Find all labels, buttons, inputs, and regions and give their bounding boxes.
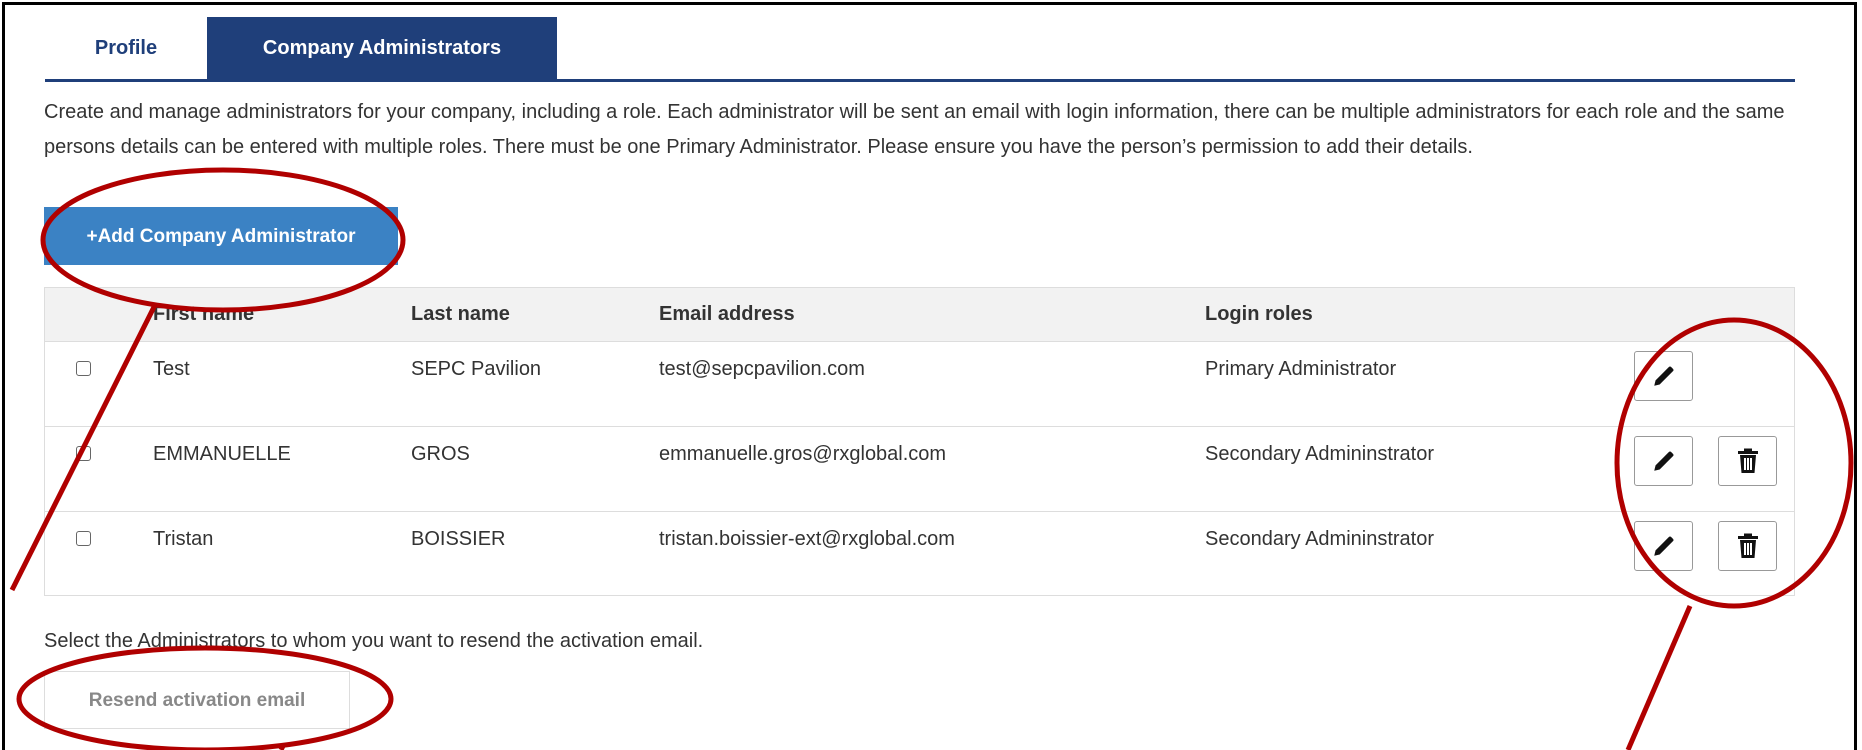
tab-bar: Profile Company Administrators <box>45 17 1795 82</box>
administrators-table: First name Last name Email address Login… <box>44 287 1795 596</box>
row-checkbox[interactable] <box>76 446 91 461</box>
edit-button[interactable] <box>1634 521 1693 571</box>
first-name-cell: Tristan <box>153 528 214 550</box>
role-cell: Secondary Admininstrator <box>1205 528 1435 550</box>
edit-button[interactable] <box>1634 436 1693 486</box>
header-first-name: First name <box>153 303 255 325</box>
pencil-icon <box>1653 451 1673 471</box>
table-row: Test SEPC Pavilion test@sepcpavilion.com… <box>45 341 1794 427</box>
table-row: EMMANUELLE GROS emmanuelle.gros@rxglobal… <box>45 426 1794 512</box>
add-company-administrator-button[interactable]: +Add Company Administrator <box>44 207 398 265</box>
tab-profile[interactable]: Profile <box>45 17 207 79</box>
first-name-cell: EMMANUELLE <box>153 443 291 465</box>
last-name-cell: GROS <box>411 443 470 465</box>
email-cell: tristan.boissier-ext@rxglobal.com <box>659 528 955 550</box>
pencil-icon <box>1653 536 1673 556</box>
row-checkbox[interactable] <box>76 361 91 376</box>
resend-note: Select the Administrators to whom you wa… <box>44 630 704 652</box>
table-row: Tristan BOISSIER tristan.boissier-ext@rx… <box>45 511 1794 596</box>
role-cell: Secondary Admininstrator <box>1205 443 1435 465</box>
tab-company-administrators[interactable]: Company Administrators <box>207 17 557 79</box>
edit-button[interactable] <box>1634 351 1693 401</box>
table-header: First name Last name Email address Login… <box>45 288 1794 342</box>
pencil-icon <box>1653 366 1673 386</box>
email-cell: test@sepcpavilion.com <box>659 358 865 380</box>
trash-icon <box>1737 448 1758 473</box>
last-name-cell: SEPC Pavilion <box>411 358 542 380</box>
delete-button[interactable] <box>1718 436 1777 486</box>
email-cell: emmanuelle.gros@rxglobal.com <box>659 443 947 465</box>
header-email: Email address <box>659 303 795 325</box>
header-login-roles: Login roles <box>1205 303 1313 325</box>
role-cell: Primary Administrator <box>1205 358 1397 380</box>
resend-activation-email-button[interactable]: Resend activation email <box>44 671 350 729</box>
header-last-name: Last name <box>411 303 510 325</box>
delete-button[interactable] <box>1718 521 1777 571</box>
last-name-cell: BOISSIER <box>411 528 506 550</box>
intro-text: Create and manage administrators for you… <box>44 101 1785 158</box>
trash-icon <box>1737 533 1758 558</box>
first-name-cell: Test <box>153 358 190 380</box>
row-checkbox[interactable] <box>76 531 91 546</box>
